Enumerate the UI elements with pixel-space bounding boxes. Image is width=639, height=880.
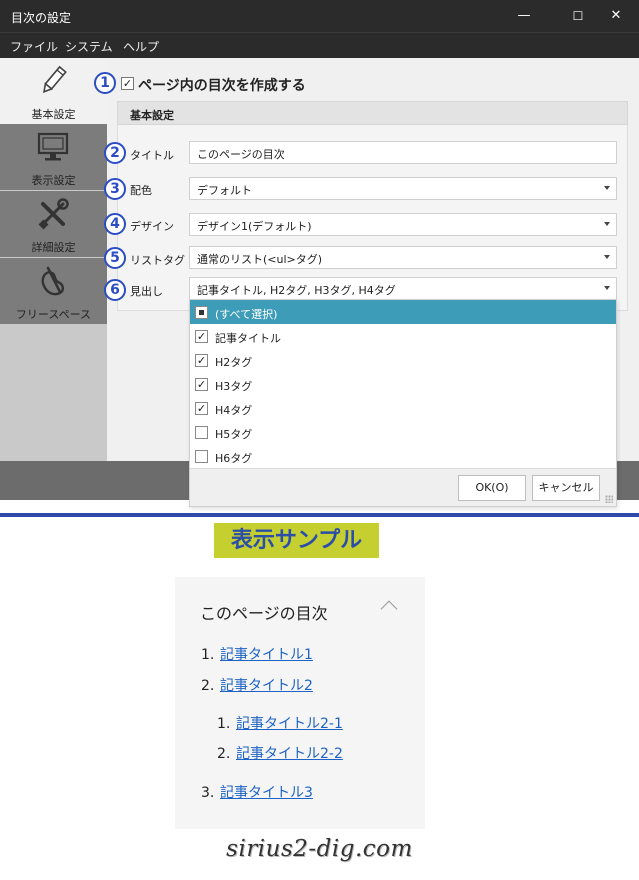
dropdown-item-label: H6タグ (215, 452, 253, 465)
tools-icon (38, 198, 69, 230)
dropdown-item-h2[interactable]: ✓ H2タグ (190, 348, 616, 372)
pencil-icon (42, 65, 67, 93)
toc-item: 1. 記事タイトル1 (201, 644, 313, 664)
h6-checkbox[interactable] (195, 450, 208, 463)
toc-item: 3. 記事タイトル3 (201, 782, 313, 802)
toc-item-number: 3. (201, 785, 215, 801)
dropdown-item-label: 記事タイトル (215, 332, 281, 345)
cancel-button[interactable]: キャンセル (532, 475, 600, 501)
color-select[interactable]: デフォルト (189, 177, 617, 200)
toc-item-link[interactable]: 記事タイトル2 (220, 678, 313, 694)
section-title: 基本設定 (130, 109, 174, 122)
chevron-down-icon (604, 222, 610, 226)
menu-file[interactable]: ファイル (10, 38, 58, 55)
dropdown-item-label: (すべて選択) (215, 308, 278, 321)
headings-dropdown: (すべて選択) ✓ 記事タイトル ✓ H2タグ ✓ H3タグ ✓ H4タグ H5… (189, 299, 617, 507)
free-space-icon (41, 266, 65, 296)
toc-item: 2. 記事タイトル2-2 (217, 743, 343, 763)
marker-5: 5 (104, 247, 126, 269)
window-title: 目次の設定 (11, 11, 72, 25)
dropdown-item-article-title[interactable]: ✓ 記事タイトル (190, 324, 616, 348)
dropdown-footer: OK(O) キャンセル (190, 468, 616, 506)
dropdown-item-label: H5タグ (215, 428, 253, 441)
dropdown-item-label: H3タグ (215, 380, 253, 393)
design-select[interactable]: デザイン1(デフォルト) (189, 213, 617, 236)
sidebar-item-label: フリースペース (15, 308, 92, 321)
watermark: sirius2-dig.com (226, 836, 413, 862)
marker-2: 2 (104, 142, 126, 164)
toc-item: 2. 記事タイトル2 (201, 675, 313, 695)
sidebar-item-label: 詳細設定 (31, 241, 76, 254)
menu-system[interactable]: システム (65, 38, 113, 55)
color-value: デフォルト (197, 184, 252, 197)
headings-value: 記事タイトル, H2タグ, H3タグ, H4タグ (197, 284, 396, 297)
resize-grip-icon[interactable] (605, 495, 613, 503)
dropdown-item-h3[interactable]: ✓ H3タグ (190, 372, 616, 396)
list-tag-label: リストタグ (130, 254, 185, 267)
title-bar: 目次の設定 — ☐ ✕ (0, 0, 639, 32)
dropdown-item-h5[interactable]: H5タグ (190, 420, 616, 444)
sidebar-item-advanced[interactable]: 詳細設定 (0, 191, 107, 257)
dropdown-item-h6[interactable]: H6タグ (190, 444, 616, 468)
list-tag-value: 通常のリスト(<ul>タグ) (197, 253, 323, 266)
sidebar-item-free-space[interactable]: フリースペース (0, 258, 107, 324)
sidebar: 基本設定 表示設定 詳細設定 フリースペース (0, 58, 107, 461)
section-divider (0, 513, 639, 517)
sidebar-item-display[interactable]: 表示設定 (0, 124, 107, 190)
h5-checkbox[interactable] (195, 426, 208, 439)
toc-item-link[interactable]: 記事タイトル3 (220, 785, 313, 801)
article-title-checkbox[interactable]: ✓ (195, 330, 208, 343)
sidebar-item-label: 基本設定 (31, 108, 76, 121)
title-input[interactable]: このページの目次 (189, 141, 617, 164)
monitor-icon (37, 132, 69, 161)
chevron-down-icon (604, 255, 610, 259)
marker-3: 3 (104, 178, 126, 200)
toc-title: このページの目次 (200, 604, 328, 623)
select-all-checkbox[interactable] (195, 306, 208, 319)
toc-item: 1. 記事タイトル2-1 (217, 713, 343, 733)
menu-bar: ファイル システム ヘルプ (0, 32, 639, 58)
toc-item-link[interactable]: 記事タイトル2-1 (236, 716, 343, 732)
title-label: タイトル (130, 149, 174, 162)
h4-checkbox[interactable]: ✓ (195, 402, 208, 415)
design-value: デザイン1(デフォルト) (197, 220, 312, 233)
sidebar-item-basic[interactable]: 基本設定 (0, 58, 107, 124)
sidebar-item-label: 表示設定 (31, 174, 76, 187)
color-label: 配色 (130, 184, 152, 197)
menu-help[interactable]: ヘルプ (123, 38, 159, 55)
h3-checkbox[interactable]: ✓ (195, 378, 208, 391)
dropdown-item-h4[interactable]: ✓ H4タグ (190, 396, 616, 420)
chevron-down-icon (604, 286, 610, 290)
dropdown-item-label: H2タグ (215, 356, 253, 369)
toc-item-link[interactable]: 記事タイトル2-2 (236, 746, 343, 762)
toc-item-number: 2. (201, 678, 215, 694)
ok-button[interactable]: OK(O) (458, 475, 526, 501)
minimize-button[interactable]: — (501, 0, 547, 32)
dropdown-item-label: H4タグ (215, 404, 253, 417)
h2-checkbox[interactable]: ✓ (195, 354, 208, 367)
toc-item-number: 2. (217, 746, 231, 762)
marker-6: 6 (104, 279, 126, 301)
toc-item-number: 1. (217, 716, 231, 732)
marker-1: 1 (94, 72, 116, 94)
close-button[interactable]: ✕ (593, 0, 639, 32)
chevron-down-icon (604, 186, 610, 190)
marker-4: 4 (104, 213, 126, 235)
toc-sample-box: このページの目次 1. 記事タイトル1 2. 記事タイトル2 1. 記事タイトル2-1… (175, 577, 425, 829)
list-tag-select[interactable]: 通常のリスト(<ul>タグ) (189, 246, 617, 269)
create-toc-label: ページ内の目次を作成する (138, 78, 306, 94)
title-value: このページの目次 (197, 148, 285, 161)
design-label: デザイン (130, 220, 174, 233)
headings-select[interactable]: 記事タイトル, H2タグ, H3タグ, H4タグ (189, 277, 617, 300)
sample-heading: 表示サンプル (214, 523, 379, 558)
headings-label: 見出し (130, 285, 163, 298)
chevron-up-icon[interactable] (380, 600, 398, 618)
dropdown-item-select-all[interactable]: (すべて選択) (190, 300, 616, 324)
section-header: 基本設定 (117, 101, 628, 125)
toc-item-link[interactable]: 記事タイトル1 (220, 647, 313, 663)
toc-item-number: 1. (201, 647, 215, 663)
create-toc-checkbox[interactable]: ✓ (121, 77, 134, 90)
